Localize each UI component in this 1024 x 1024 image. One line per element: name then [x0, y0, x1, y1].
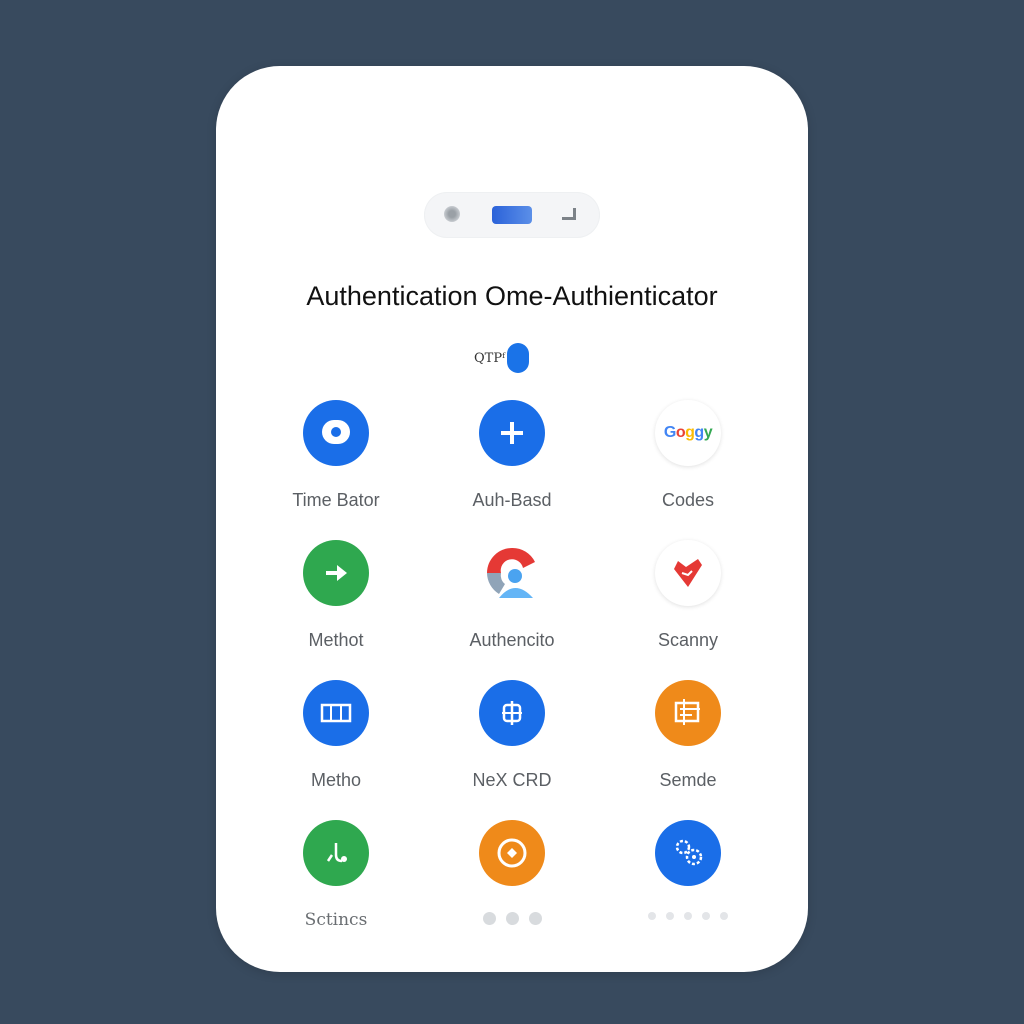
heart-shield-icon	[655, 540, 721, 606]
authenticator-panel: ᵈᴵᵀᶜᴱ. Authentication Ome-Authienticator…	[216, 66, 808, 972]
pagination-dot	[648, 912, 656, 920]
target-icon	[479, 820, 545, 886]
qr-label: QTP	[474, 350, 503, 366]
loading-dot	[528, 912, 542, 925]
loading-dot	[482, 912, 496, 925]
document-icon	[655, 680, 721, 746]
loading-dot	[505, 912, 519, 925]
grid-item-label: Authencito	[469, 630, 555, 650]
page-title: Authentication Ome-Authienticator	[306, 281, 718, 311]
google-wordmark: Goggy	[663, 424, 713, 441]
grid-item-label: Codes	[661, 490, 715, 510]
pagination-dot	[684, 912, 692, 920]
grid-item-label: NeX CRD	[472, 770, 552, 790]
pagination-dot	[720, 912, 728, 920]
segment-left-icon[interactable]	[444, 206, 460, 222]
qr-toggle-indicator[interactable]	[506, 343, 529, 373]
arrow-right-icon	[303, 540, 369, 606]
grid-item-label: Auh-Basd	[472, 490, 552, 510]
plus-icon	[479, 400, 545, 466]
grid-item-auh-basd[interactable]: Auh-Basd	[432, 400, 592, 511]
segment-right-icon[interactable]	[562, 208, 576, 220]
grid-item-label: Methot	[308, 630, 364, 650]
google-logo-icon: Goggy	[655, 400, 721, 466]
loading-dots	[432, 912, 592, 925]
grid-item-authencito[interactable]: Authencito	[432, 540, 592, 651]
grid-item-time-bator[interactable]: Time Bator	[256, 400, 416, 511]
grid-item-scanny[interactable]: Scanny	[608, 540, 768, 651]
grid-item-label: Metho	[310, 770, 362, 790]
pagination-dots	[608, 912, 768, 920]
grid-item-nex-crd[interactable]: NeX CRD	[432, 680, 592, 791]
mode-segmented-control[interactable]	[424, 192, 600, 238]
segment-active-indicator[interactable]	[492, 206, 532, 224]
grid-item-label: Sctincs	[304, 910, 368, 930]
card-icon	[303, 680, 369, 746]
grid-item-label: Semde	[659, 770, 717, 790]
grid-item-gear-cluster[interactable]	[608, 820, 768, 920]
puzzle-icon	[479, 680, 545, 746]
phone-icon	[303, 820, 369, 886]
gear-cluster-icon	[655, 820, 721, 886]
pagination-dot	[702, 912, 710, 920]
qr-glyph: ᶠ	[502, 350, 505, 366]
grid-item-sctincs[interactable]: Sctincs	[256, 820, 416, 930]
user-lock-icon	[303, 400, 369, 466]
grid-item-methot[interactable]: Methot	[256, 540, 416, 651]
grid-item-label: Time Bator	[292, 490, 380, 510]
grid-item-label: Scanny	[657, 630, 719, 650]
authenticator-logo-icon	[479, 540, 545, 606]
grid-item-target[interactable]	[432, 820, 592, 925]
pagination-dot	[666, 912, 674, 920]
qr-toggle[interactable]: QTP ᶠ	[474, 343, 529, 373]
grid-item-semde[interactable]: Semde	[608, 680, 768, 791]
grid-item-metho[interactable]: Metho	[256, 680, 416, 791]
grid-item-codes[interactable]: Goggy Codes	[608, 400, 768, 511]
